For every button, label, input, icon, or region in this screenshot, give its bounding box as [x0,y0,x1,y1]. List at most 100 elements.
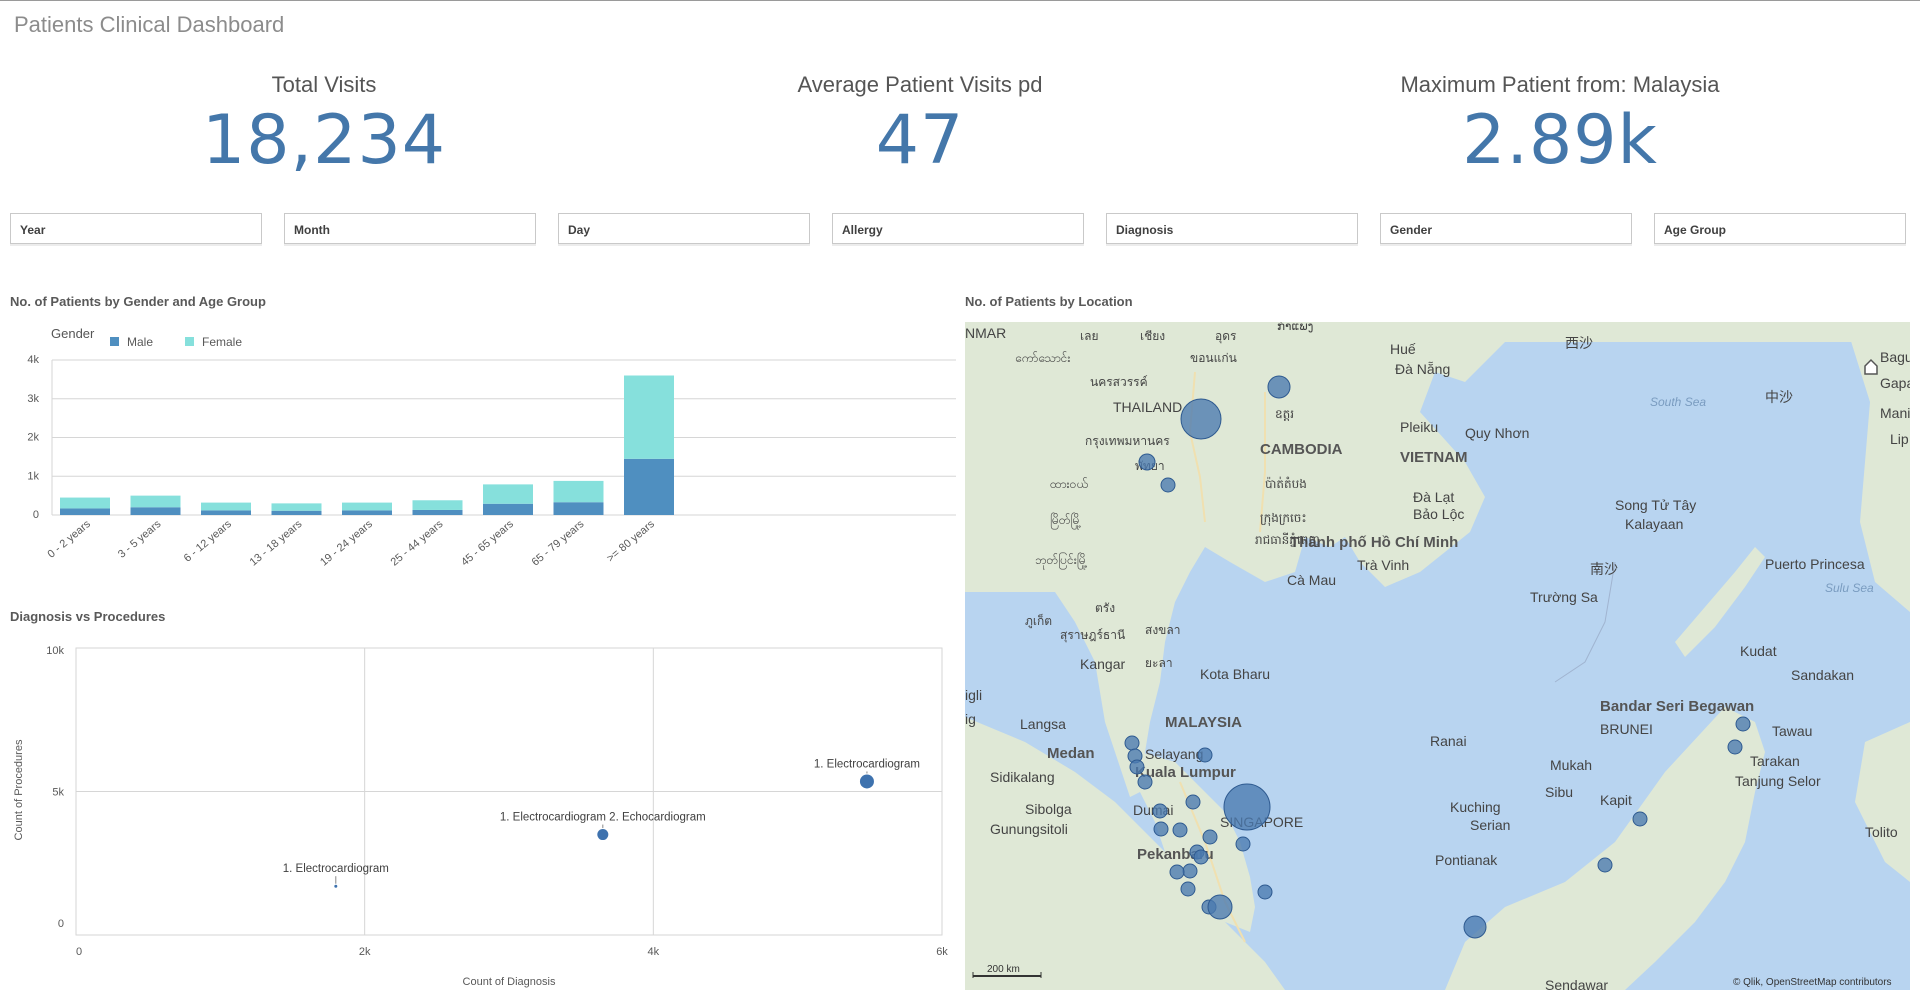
map-label: Sulu Sea [1825,581,1874,595]
map-label: Sandakan [1791,667,1854,683]
map-label: ตรัง [1095,601,1115,615]
legend-title: Gender [51,326,95,341]
location-bubble [1267,375,1291,399]
bar-segment[interactable] [483,484,533,504]
map-label: Tolito [1865,824,1898,840]
location-bubble [1257,884,1273,900]
bar-segment[interactable] [130,507,181,515]
bar-segment[interactable] [60,508,110,515]
kpi-value: 18,234 [202,101,446,180]
map-label: ภูเก็ต [1025,613,1052,629]
map-label: Trà Vinh [1357,557,1409,573]
legend-label: Male [127,335,153,349]
filter-label: Gender [1390,223,1433,237]
y-tick-label: 5k [52,787,64,799]
svg-text:200 km: 200 km [987,964,1020,975]
map-label: Sibolga [1025,801,1072,817]
y-tick-label: 4k [27,354,39,366]
filter-age-group[interactable]: Age Group [1654,213,1906,244]
filter-day[interactable]: Day [558,213,810,244]
kpi-average-visits[interactable]: Average Patient Visits pd 47 [720,72,1120,178]
map-label: Kapit [1600,792,1632,808]
bar-segment[interactable] [483,503,533,515]
filter-label: Allergy [842,223,883,237]
filter-allergy[interactable]: Allergy [832,213,1084,244]
map-label: Langsa [1020,716,1066,732]
bar-segment[interactable] [271,510,322,515]
bar-segment[interactable] [624,375,674,459]
map-label: Puerto Princesa [1765,556,1865,572]
bar-segment[interactable] [553,480,604,503]
kpi-label: Total Visits [271,72,377,97]
bar-segment[interactable] [624,458,674,515]
bar-segment[interactable] [60,497,110,509]
map-label: Cà Mau [1287,572,1336,588]
x-axis-label: Count of Diagnosis [463,976,556,988]
location-bubble [1235,836,1251,852]
x-tick-label: 2k [359,946,371,958]
map-label: Sibu [1545,784,1573,800]
bar-segment[interactable] [201,502,251,511]
map-label: Medan [1047,745,1095,762]
bar-segment[interactable] [553,502,604,515]
kpi-max-patient[interactable]: Maximum Patient from: Malaysia 2.89k [1330,72,1790,178]
map-label: Tawau [1772,723,1812,739]
map-label: Ranai [1430,733,1467,749]
legend-label: Female [202,335,242,349]
scatter-point[interactable] [334,884,338,888]
x-tick-label: 3 - 5 years [116,518,164,561]
map-label: Quy Nhơn [1465,425,1529,441]
filter-diagnosis[interactable]: Diagnosis [1106,213,1358,244]
scatter-point[interactable] [859,774,874,789]
location-map[interactable]: NMAR THAILAND CAMBODIA VIETNAM MALAYSIA … [965,322,1910,990]
borneo [1445,707,1765,990]
filter-gender[interactable]: Gender [1380,213,1632,244]
kpi-value: 47 [875,101,965,180]
map-label: NMAR [965,325,1006,341]
location-bubble [1138,453,1156,471]
location-bubble [1193,849,1209,865]
filter-label: Diagnosis [1116,223,1174,237]
location-bubble [1197,747,1213,763]
map-label: Đà Lạt [1413,489,1454,505]
y-axis-label: Count of Procedures [13,739,25,840]
y-tick-label: 1k [27,470,39,482]
map-label: Tarakan [1750,753,1800,769]
scatter-point[interactable] [597,829,609,841]
point-label: 1. Electrocardiogram [814,758,920,770]
location-bubble [1180,398,1222,440]
map-label: เชียง [1140,329,1165,343]
x-tick-label: 4k [648,946,660,958]
location-bubble [1160,477,1176,493]
bar-segment[interactable] [412,500,463,510]
map-label: Pleiku [1400,419,1438,435]
map-label: THAILAND [1113,399,1182,415]
x-tick-label: 19 - 24 years [318,518,375,569]
location-bubble [1124,735,1140,751]
kpi-total-visits[interactable]: Total Visits 18,234 [174,72,474,178]
map-canvas[interactable]: NMAR THAILAND CAMBODIA VIETNAM MALAYSIA … [965,322,1910,990]
bar-segment[interactable] [412,509,463,515]
x-tick-label: 65 - 79 years [530,518,587,569]
map-label: Mukah [1550,757,1592,773]
bar-segment[interactable] [271,503,322,511]
scatter-chart[interactable]: 0 2k 4k 6k 0 5k 10k Count of Diagnosis Count of … [0,640,960,990]
bar-segment[interactable] [342,510,392,515]
y-tick-label: 3k [27,393,39,405]
location-bubble [1172,822,1188,838]
bar-chart-title: No. of Patients by Gender and Age Group [10,294,266,309]
bar-chart[interactable]: Gender Male Female 0 1k 2k 3k 4k 0 - 2 years 3 - … [0,315,960,590]
location-bubble [1182,863,1198,879]
map-label: Huế [1390,341,1416,357]
bar-segment[interactable] [201,510,251,515]
filter-year[interactable]: Year [10,213,262,244]
map-label: Kangar [1080,656,1125,672]
bar-segment[interactable] [342,502,392,511]
bar-segment[interactable] [130,495,181,508]
location-bubble [1463,915,1487,939]
map-label: Sidikalang [990,769,1055,785]
filter-month[interactable]: Month [284,213,536,244]
map-label: Bandar Seri Begawan [1600,698,1754,715]
x-tick-label: 25 - 44 years [389,518,446,569]
x-tick-label: 6k [936,946,948,958]
